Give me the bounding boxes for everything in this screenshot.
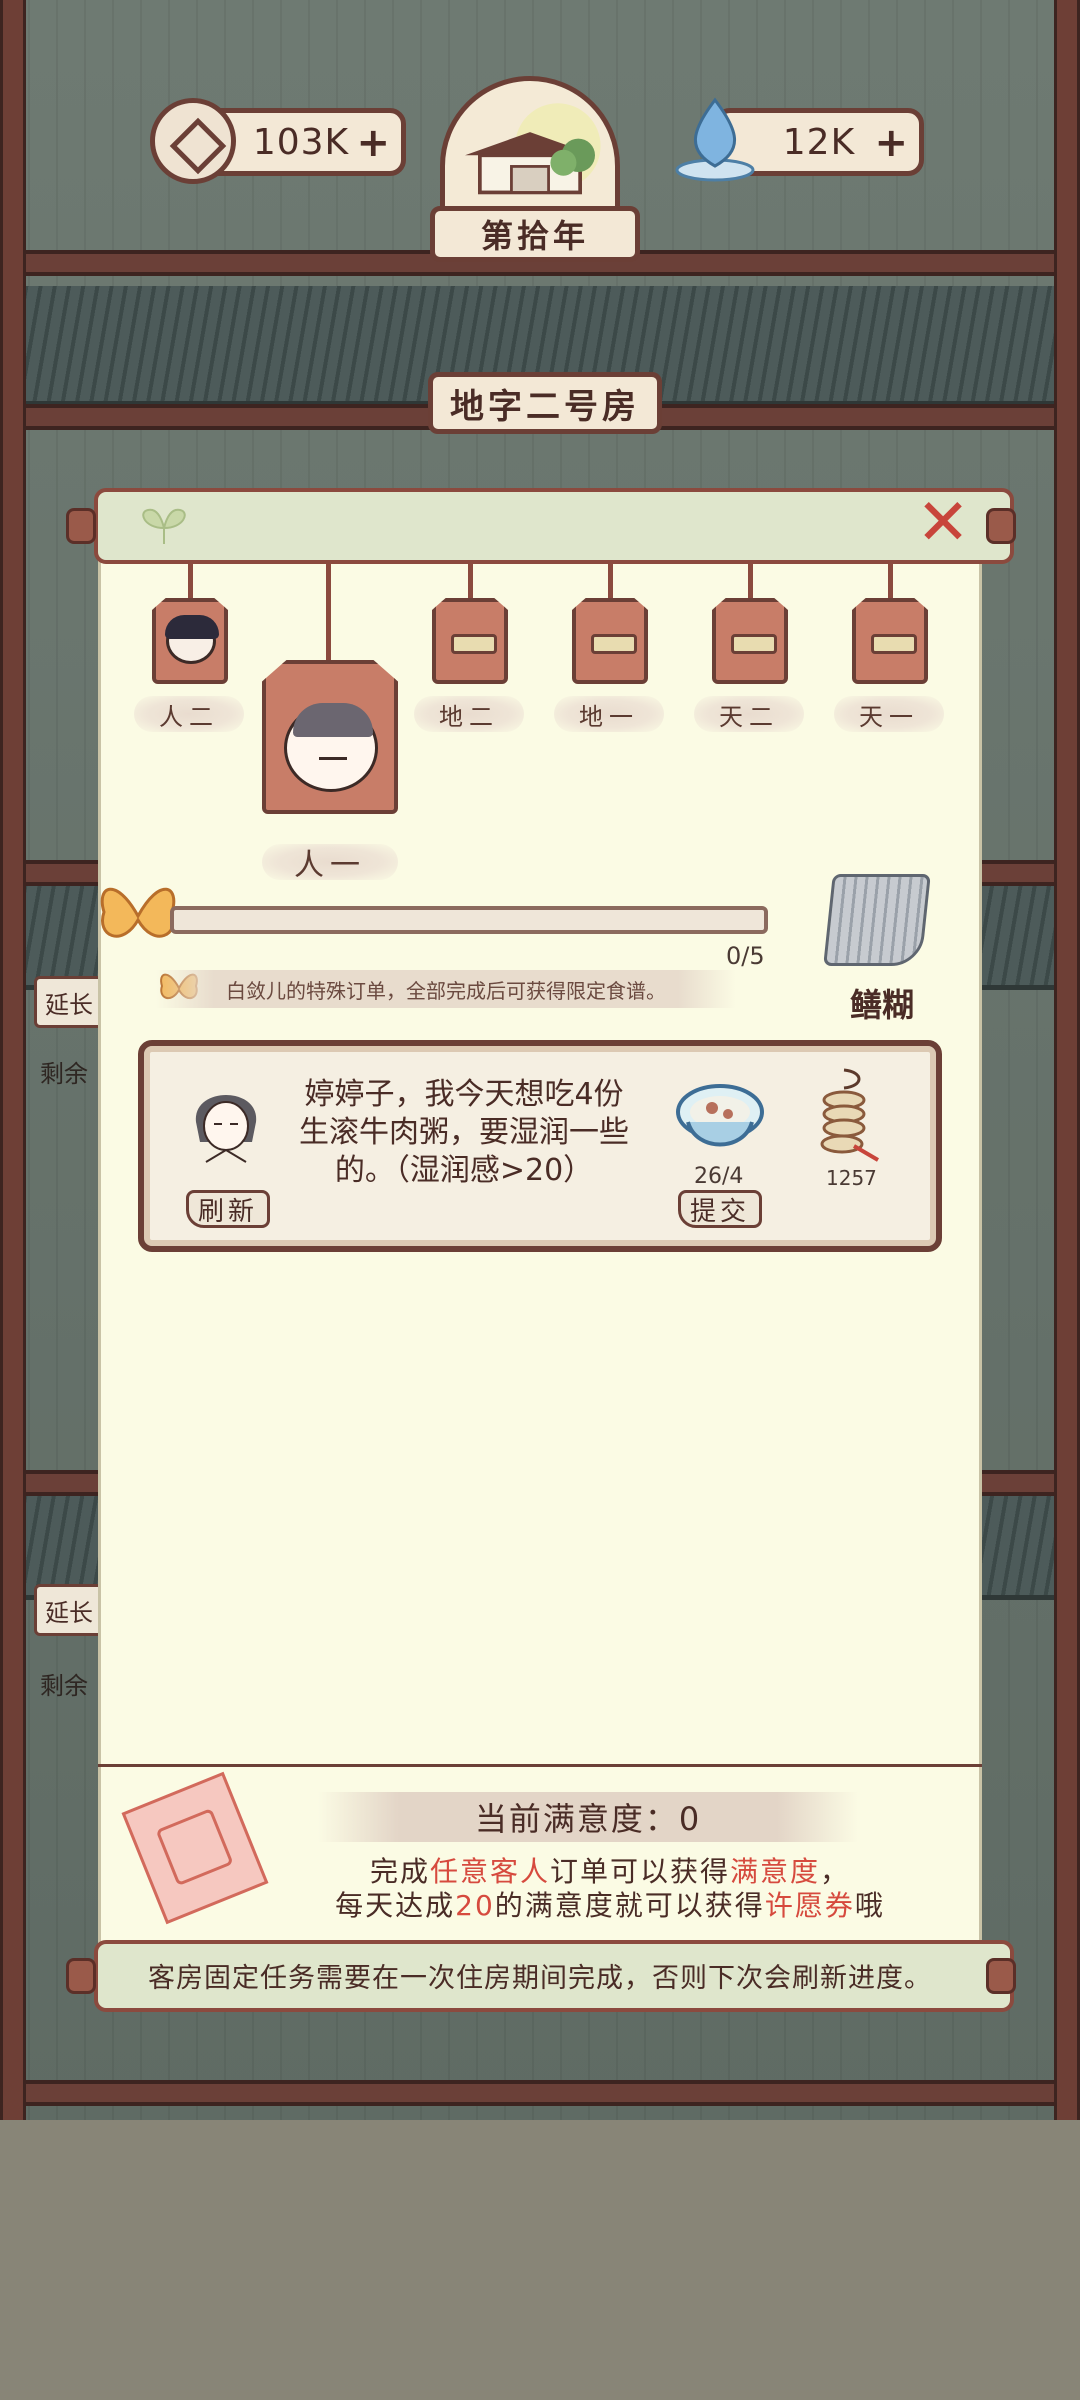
tab-label-di-yi[interactable]: 地一 bbox=[554, 696, 664, 732]
year-plate: 第拾年 bbox=[430, 206, 640, 262]
tab-label-ren-er[interactable]: 人二 bbox=[134, 696, 244, 732]
satisfaction-desc-line2: 每天达成20的满意度就可以获得许愿券哦 bbox=[335, 1889, 885, 1922]
pillar-right bbox=[1054, 0, 1080, 2120]
lock-slot-icon bbox=[591, 634, 637, 654]
butterfly-icon bbox=[100, 887, 176, 938]
lock-slot-icon bbox=[871, 634, 917, 654]
recipe-scroll-icon[interactable] bbox=[823, 874, 931, 966]
order-progress-bar bbox=[170, 906, 768, 934]
tag-string bbox=[608, 560, 613, 600]
special-order-hint: 白敛儿的特殊订单，全部完成后可获得限定食谱。 bbox=[156, 970, 736, 1008]
coin-icon bbox=[150, 98, 236, 184]
tab-label-tian-yi[interactable]: 天一 bbox=[834, 696, 944, 732]
remaining-label: 剩余 bbox=[40, 1672, 88, 1700]
tab-label-di-er[interactable]: 地二 bbox=[414, 696, 524, 732]
water-drop-icon bbox=[675, 97, 755, 182]
customer-portrait-icon bbox=[195, 1095, 257, 1163]
room-name-plate: 地字二号房 bbox=[428, 372, 662, 434]
tag-string bbox=[188, 560, 193, 600]
order-dialog bbox=[98, 560, 982, 1950]
lock-slot-icon bbox=[731, 634, 777, 654]
scroll-top-rod bbox=[94, 488, 1014, 564]
section-divider bbox=[98, 1764, 982, 1767]
tab-di-er-locked[interactable] bbox=[432, 598, 508, 684]
tag-string bbox=[888, 560, 893, 600]
reward-recipe-name: 鳝糊 bbox=[849, 986, 914, 1024]
floor-beam bbox=[0, 2080, 1080, 2106]
add-coins-icon[interactable]: + bbox=[356, 123, 391, 163]
coin-string-icon bbox=[820, 1068, 880, 1162]
dish-stock-count: 26/4 bbox=[694, 1164, 744, 1189]
extend-tag[interactable]: 延长 bbox=[34, 976, 104, 1028]
task-rule-note: 客房固定任务需要在一次住房期间完成，否则下次会刷新进度。 bbox=[148, 1963, 932, 1994]
tab-di-yi-locked[interactable] bbox=[572, 598, 648, 684]
remaining-label: 剩余 bbox=[40, 1060, 88, 1088]
tab-tian-yi-locked[interactable] bbox=[852, 598, 928, 684]
submit-button[interactable]: 提交 bbox=[678, 1190, 762, 1228]
tab-ren-er[interactable] bbox=[152, 598, 228, 684]
lock-slot-icon bbox=[451, 634, 497, 654]
customer-avatar-icon bbox=[284, 703, 378, 792]
add-water-icon[interactable]: + bbox=[874, 123, 909, 163]
tag-string bbox=[468, 560, 473, 600]
extend-tag[interactable]: 延长 bbox=[34, 1584, 104, 1636]
coin-reward-amount: 1257 bbox=[826, 1166, 877, 1190]
tab-label-ren-yi[interactable]: 人一 bbox=[262, 844, 398, 883]
tab-tian-er-locked[interactable] bbox=[712, 598, 788, 684]
order-request-text: 婷婷子，我今天想吃4份生滚牛肉粥，要湿润一些的。（湿润感>20） bbox=[299, 1077, 629, 1188]
ginkgo-leaf-icon bbox=[142, 508, 186, 544]
rod-cap bbox=[986, 508, 1016, 544]
close-button[interactable]: ✕ bbox=[912, 491, 974, 555]
progress-text: 0/5 bbox=[726, 942, 765, 970]
tag-string bbox=[326, 560, 331, 660]
customer-avatar-icon bbox=[165, 615, 219, 664]
beef-congee-bowl-icon bbox=[676, 1084, 764, 1147]
water-amount: 12K bbox=[782, 121, 856, 163]
tab-ren-yi-selected[interactable] bbox=[262, 660, 398, 814]
coin-amount: 103K bbox=[252, 121, 350, 163]
ground bbox=[0, 2120, 1080, 2400]
order-card: 刷新 婷婷子，我今天想吃4份生滚牛肉粥，要湿润一些的。（湿润感>20） 26/4… bbox=[138, 1040, 942, 1252]
rod-cap bbox=[66, 1958, 96, 1994]
rod-cap bbox=[986, 1958, 1016, 1994]
pillar-left bbox=[0, 0, 26, 2120]
satisfaction-title: 当前满意度：0 bbox=[318, 1792, 858, 1842]
tab-label-tian-er[interactable]: 天二 bbox=[694, 696, 804, 732]
rod-cap bbox=[66, 508, 96, 544]
refresh-button[interactable]: 刷新 bbox=[186, 1190, 270, 1228]
tag-string bbox=[748, 560, 753, 600]
inn-building-icon bbox=[465, 103, 601, 195]
ticket-emblem bbox=[155, 1808, 234, 1887]
